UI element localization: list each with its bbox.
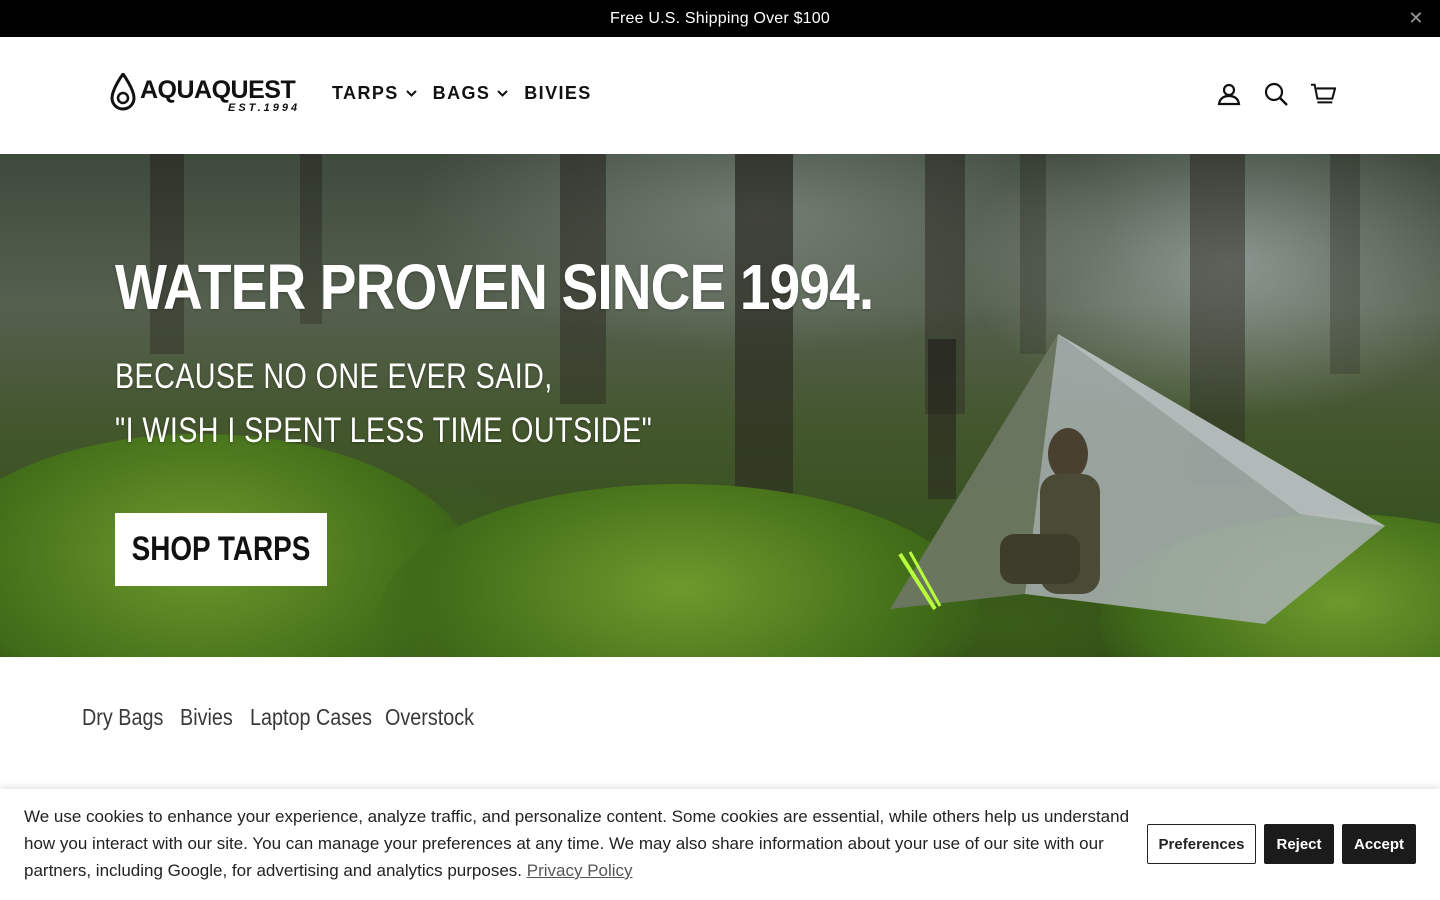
logo-wordmark: AQUAQUEST bbox=[140, 76, 296, 104]
announcement-bar: Free U.S. Shipping Over $100 ✕ bbox=[0, 0, 1440, 37]
logo-est: EST.1994 bbox=[228, 102, 301, 114]
search-icon[interactable] bbox=[1263, 81, 1289, 107]
announcement-text: Free U.S. Shipping Over $100 bbox=[610, 9, 830, 27]
shop-tarps-label: SHOP TARPS bbox=[131, 530, 311, 568]
water-drop-icon bbox=[110, 73, 136, 111]
hero-subtitle: BECAUSE NO ONE EVER SAID, "I WISH I SPEN… bbox=[115, 350, 838, 458]
hero-banner: WATER PROVEN SINCE 1994. BECAUSE NO ONE … bbox=[0, 154, 1440, 657]
cookie-banner: We use cookies to enhance your experienc… bbox=[0, 789, 1440, 900]
collection-link-laptop-cases[interactable]: Laptop Cases bbox=[250, 704, 372, 731]
reject-button[interactable]: Reject bbox=[1264, 824, 1334, 864]
privacy-policy-link[interactable]: Privacy Policy bbox=[527, 861, 633, 880]
preferences-button[interactable]: Preferences bbox=[1147, 824, 1256, 864]
cart-icon[interactable] bbox=[1310, 81, 1336, 107]
nav-item-label: BIVIES bbox=[524, 83, 592, 103]
chevron-down-icon bbox=[405, 90, 417, 97]
collection-link-overstock[interactable]: Overstock bbox=[385, 704, 474, 731]
nav-item-label: BAGS bbox=[432, 83, 491, 103]
site-header: AQUAQUEST EST.1994 TARPS BAGS BIVIES bbox=[0, 37, 1440, 154]
hero-title: WATER PROVEN SINCE 1994. bbox=[115, 251, 874, 323]
nav-item-bags[interactable]: BAGS bbox=[433, 83, 509, 104]
nav-item-tarps[interactable]: TARPS bbox=[332, 83, 417, 104]
hero-text-block: WATER PROVEN SINCE 1994. BECAUSE NO ONE … bbox=[115, 250, 997, 458]
nav-item-bivies[interactable]: BIVIES bbox=[524, 83, 591, 104]
collection-link-dry-bags[interactable]: Dry Bags bbox=[82, 704, 163, 731]
hero-subtitle-line1: BECAUSE NO ONE EVER SAID, bbox=[115, 357, 553, 396]
shop-tarps-button[interactable]: SHOP TARPS bbox=[115, 513, 327, 586]
account-icon[interactable] bbox=[1216, 81, 1242, 107]
main-nav: TARPS BAGS BIVIES bbox=[332, 83, 608, 104]
accept-button[interactable]: Accept bbox=[1342, 824, 1416, 864]
nav-item-label: TARPS bbox=[332, 83, 399, 103]
close-icon[interactable]: ✕ bbox=[1406, 8, 1426, 28]
chevron-down-icon bbox=[497, 90, 508, 97]
cookie-text-block: We use cookies to enhance your experienc… bbox=[24, 803, 1134, 884]
collection-link-bivies[interactable]: Bivies bbox=[180, 704, 233, 731]
header-icons bbox=[1216, 81, 1336, 107]
cookie-buttons: Preferences Reject Accept bbox=[1147, 824, 1416, 864]
hero-subtitle-line2: "I WISH I SPENT LESS TIME OUTSIDE" bbox=[115, 411, 653, 450]
collection-links: Dry Bags Bivies Laptop Cases Overstock bbox=[82, 704, 485, 731]
logo[interactable]: AQUAQUEST EST.1994 bbox=[110, 71, 300, 119]
